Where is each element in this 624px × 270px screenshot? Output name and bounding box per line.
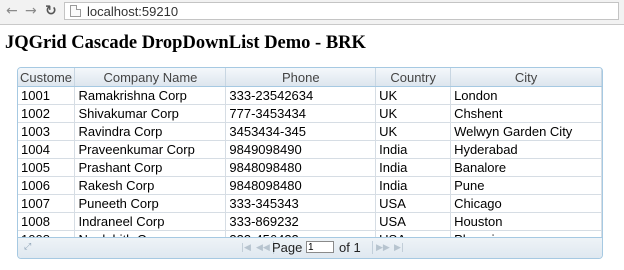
cell-customer-id: 1008 bbox=[18, 212, 76, 231]
url-text[interactable]: localhost:59210 bbox=[87, 4, 178, 19]
cell-customer-id: 1003 bbox=[18, 122, 76, 141]
cell-country: USA bbox=[375, 194, 452, 213]
grid-header-row: Custome Company Name Phone Country City bbox=[18, 68, 602, 87]
table-row[interactable]: 1008 Indraneel Corp 333-869232 USA Houst… bbox=[18, 212, 602, 231]
column-header-customer[interactable]: Custome bbox=[18, 68, 76, 87]
resize-icon[interactable]: ⤢ bbox=[24, 243, 32, 252]
forward-arrow-icon[interactable]: → bbox=[25, 2, 37, 20]
table-row[interactable]: 1006 Rakesh Corp 9848098480 India Pune bbox=[18, 176, 602, 195]
cell-country: UK bbox=[375, 122, 452, 141]
cell-country: India bbox=[375, 158, 452, 177]
cell-customer-id: 1001 bbox=[18, 86, 76, 105]
table-row[interactable]: 1005 Prashant Corp 9848098480 India Bana… bbox=[18, 158, 602, 177]
cell-city: Welwyn Garden City bbox=[450, 122, 602, 141]
cell-phone: 777-3453434 bbox=[225, 104, 377, 123]
cell-company-name: Rakesh Corp bbox=[74, 176, 227, 195]
cell-city: Banalore bbox=[450, 158, 602, 177]
cell-country: UK bbox=[375, 104, 452, 123]
browser-toolbar: ← → ↻ localhost:59210 bbox=[0, 0, 624, 25]
cell-phone: 9848098480 bbox=[225, 158, 377, 177]
cell-company-name: Ramakrishna Corp bbox=[74, 86, 227, 105]
reload-icon[interactable]: ↻ bbox=[45, 2, 57, 20]
cell-city: Chicago bbox=[450, 194, 602, 213]
cell-phone: 9848098480 bbox=[225, 176, 377, 195]
cell-city: Pune bbox=[450, 176, 602, 195]
column-header-country[interactable]: Country bbox=[375, 68, 452, 87]
cell-city: Houston bbox=[450, 212, 602, 231]
jqgrid: Custome Company Name Phone Country City … bbox=[17, 67, 603, 259]
grid-pager: ⤢ |◀ ◀◀ Page of 1 ▶▶ ▶| bbox=[18, 237, 602, 258]
cell-phone: 333-869232 bbox=[225, 212, 377, 231]
cell-phone: 333-23542634 bbox=[225, 86, 377, 105]
cell-city: Hyderabad bbox=[450, 140, 602, 159]
cell-city: London bbox=[450, 86, 602, 105]
cell-customer-id: 1005 bbox=[18, 158, 76, 177]
cell-customer-id: 1002 bbox=[18, 104, 76, 123]
column-header-company-name[interactable]: Company Name bbox=[74, 68, 227, 87]
page-count-label: of 1 bbox=[339, 240, 361, 255]
page-title: JQGrid Cascade DropDownList Demo - BRK bbox=[5, 33, 366, 53]
table-row[interactable]: 1007 Puneeth Corp 333-345343 USA Chicago bbox=[18, 194, 602, 213]
table-row[interactable]: 1003 Ravindra Corp 3453434-345 UK Welwyn… bbox=[18, 122, 602, 141]
cell-customer-id: 1007 bbox=[18, 194, 76, 213]
cell-company-name: Indraneel Corp bbox=[74, 212, 227, 231]
column-header-city[interactable]: City bbox=[450, 68, 602, 87]
cell-customer-id: 1004 bbox=[18, 140, 76, 159]
cell-company-name: Puneeth Corp bbox=[74, 194, 227, 213]
first-page-icon[interactable]: |◀ bbox=[241, 242, 251, 254]
prev-page-icon[interactable]: ◀◀ bbox=[256, 242, 270, 254]
cell-company-name: Prashant Corp bbox=[74, 158, 227, 177]
cell-company-name: Shivakumar Corp bbox=[74, 104, 227, 123]
cell-country: India bbox=[375, 140, 452, 159]
cell-country: India bbox=[375, 176, 452, 195]
table-row[interactable]: 1001 Ramakrishna Corp 333-23542634 UK Lo… bbox=[18, 86, 602, 105]
column-header-phone[interactable]: Phone bbox=[225, 68, 377, 87]
address-bar[interactable]: localhost:59210 bbox=[64, 2, 619, 20]
cell-phone: 9849098490 bbox=[225, 140, 377, 159]
cell-country: USA bbox=[375, 212, 452, 231]
page-icon bbox=[70, 5, 81, 17]
pager-separator bbox=[372, 241, 373, 254]
cell-customer-id: 1006 bbox=[18, 176, 76, 195]
last-page-icon[interactable]: ▶| bbox=[394, 242, 404, 254]
grid-table: Custome Company Name Phone Country City … bbox=[18, 68, 602, 249]
cell-company-name: Praveenkumar Corp bbox=[74, 140, 227, 159]
cell-phone: 3453434-345 bbox=[225, 122, 377, 141]
table-row[interactable]: 1002 Shivakumar Corp 777-3453434 UK Chsh… bbox=[18, 104, 602, 123]
table-row[interactable]: 1004 Praveenkumar Corp 9849098490 India … bbox=[18, 140, 602, 159]
next-page-icon[interactable]: ▶▶ bbox=[376, 242, 390, 254]
cell-company-name: Ravindra Corp bbox=[74, 122, 227, 141]
page-label: Page bbox=[272, 240, 303, 255]
cell-phone: 333-345343 bbox=[225, 194, 377, 213]
page-number-input[interactable] bbox=[306, 241, 334, 253]
back-arrow-icon[interactable]: ← bbox=[6, 2, 18, 20]
cell-country: UK bbox=[375, 86, 452, 105]
cell-city: Chshent bbox=[450, 104, 602, 123]
